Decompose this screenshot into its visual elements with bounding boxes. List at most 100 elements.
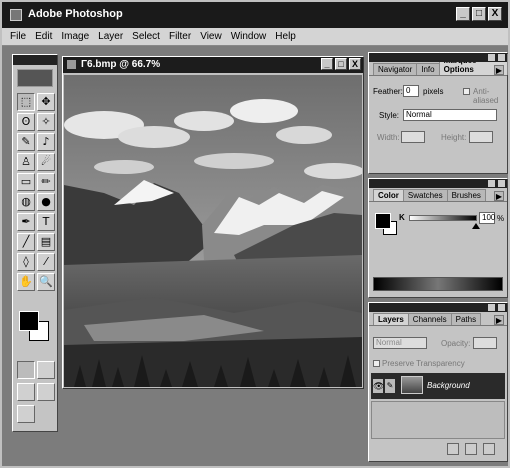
blend-mode-select[interactable]: Normal <box>373 337 427 349</box>
standard-mode-icon[interactable] <box>17 361 35 379</box>
feather-input[interactable]: 0 <box>403 85 419 97</box>
gradient-tool-icon[interactable]: ▤ <box>37 233 55 251</box>
standard-screen-icon[interactable] <box>17 383 35 401</box>
line-tool-icon[interactable]: ╱ <box>17 233 35 251</box>
layers-list-empty-area <box>371 401 505 439</box>
k-channel-label: K <box>399 213 405 222</box>
style-select[interactable]: Normal <box>403 109 497 121</box>
k-unit-label: % <box>497 214 505 223</box>
photoshop-eye-logo[interactable] <box>17 69 53 87</box>
panel-minimize-button[interactable] <box>488 304 495 311</box>
preserve-transparency-label: Preserve Transparency <box>382 359 465 368</box>
app-title: Adobe Photoshop <box>28 8 123 20</box>
marquee-tool-icon[interactable]: ⬚ <box>17 93 35 111</box>
panel-minimize-button[interactable] <box>488 180 495 187</box>
document-window: Γ6.bmp @ 66.7% _ □ X <box>62 56 364 389</box>
smudge-tool-icon[interactable]: ☄ <box>37 153 55 171</box>
k-channel-slider[interactable] <box>409 215 477 221</box>
eyedropper-tool-icon[interactable]: ⁄ <box>37 253 55 271</box>
jump-to-app-icon[interactable] <box>17 405 35 423</box>
menu-filter[interactable]: Filter <box>169 31 191 42</box>
menu-image[interactable]: Image <box>61 31 89 42</box>
style-label: Style: <box>379 111 400 120</box>
eye-visibility-icon[interactable]: 👁 <box>373 379 384 393</box>
trash-icon[interactable] <box>483 443 495 455</box>
burn-tool-icon[interactable]: ● <box>37 193 55 211</box>
menu-bar: File Edit Image Layer Select Filter View… <box>2 28 508 46</box>
panel-close-button[interactable] <box>498 304 505 311</box>
height-label: Height: <box>441 133 467 142</box>
toolbox-titlebar <box>13 55 57 65</box>
anti-aliased-label: Anti-aliased <box>473 87 499 105</box>
opacity-label: Opacity: <box>441 339 471 348</box>
menu-file[interactable]: File <box>10 31 26 42</box>
new-layer-icon[interactable] <box>465 443 477 455</box>
tab-paths[interactable]: Paths <box>450 313 482 325</box>
layer-row-background[interactable]: 👁 ✎ Background <box>371 373 505 399</box>
menu-edit[interactable]: Edit <box>35 31 52 42</box>
panel-menu-arrow-icon[interactable]: ▶ <box>494 191 504 201</box>
width-input[interactable] <box>401 131 425 143</box>
panel-close-button[interactable] <box>498 180 505 187</box>
foreground-color-box[interactable] <box>375 213 391 229</box>
brush-edit-icon[interactable]: ✎ <box>385 379 395 393</box>
image-canvas[interactable] <box>64 75 362 387</box>
magic-wand-tool-icon[interactable]: ✧ <box>37 113 55 131</box>
menu-select[interactable]: Select <box>132 31 160 42</box>
menu-help[interactable]: Help <box>275 31 296 42</box>
move-tool-icon[interactable]: ✥ <box>37 93 55 111</box>
tab-layers[interactable]: Layers <box>373 313 409 325</box>
toolbox: ⬚ ✥ ʘ ✧ ✎ ♪ ♙ ☄ ▭ ✏ ◍ ● ✒ T ╱ ▤ ◊ ⁄ ✋ 🔍 <box>12 54 58 432</box>
preserve-transparency-checkbox[interactable] <box>373 360 380 367</box>
pencil-tool-icon[interactable]: ✏ <box>37 173 55 191</box>
doc-minimize-button[interactable]: _ <box>321 58 333 70</box>
type-tool-icon[interactable]: T <box>37 213 55 231</box>
menu-view[interactable]: View <box>200 31 222 42</box>
menu-layer[interactable]: Layer <box>98 31 123 42</box>
quick-mask-mode-icon[interactable] <box>37 361 55 379</box>
panel-menu-arrow-icon[interactable]: ▶ <box>494 315 504 325</box>
tab-color[interactable]: Color <box>373 189 404 201</box>
paint-bucket-tool-icon[interactable]: ◊ <box>17 253 35 271</box>
anti-aliased-checkbox[interactable] <box>463 88 470 95</box>
layer-thumbnail <box>401 376 423 394</box>
color-ramp[interactable] <box>373 277 503 291</box>
doc-close-button[interactable]: X <box>349 58 361 70</box>
paintbrush-tool-icon[interactable]: ♪ <box>37 133 55 151</box>
restore-button[interactable]: □ <box>472 7 486 21</box>
panel-menu-arrow-icon[interactable]: ▶ <box>494 65 504 75</box>
doc-restore-button[interactable]: □ <box>335 58 347 70</box>
pen-tool-icon[interactable]: ✒ <box>17 213 35 231</box>
panel-close-button[interactable] <box>498 54 505 61</box>
layer-name: Background <box>427 381 470 390</box>
zoom-tool-icon[interactable]: 🔍 <box>37 273 55 291</box>
tab-navigator[interactable]: Navigator <box>373 63 418 75</box>
tab-info[interactable]: Info <box>416 63 440 75</box>
eraser-tool-icon[interactable]: ▭ <box>17 173 35 191</box>
hand-tool-icon[interactable]: ✋ <box>17 273 35 291</box>
color-panel: Color Swatches Brushes ▶ K 100 % <box>368 178 508 298</box>
airbrush-tool-icon[interactable]: ✎ <box>17 133 35 151</box>
blur-tool-icon[interactable]: ◍ <box>17 193 35 211</box>
tab-swatches[interactable]: Swatches <box>402 189 448 201</box>
tab-channels[interactable]: Channels <box>407 313 452 325</box>
tab-brushes[interactable]: Brushes <box>446 189 486 201</box>
document-title: Γ6.bmp @ 66.7% <box>81 59 161 70</box>
panel-minimize-button[interactable] <box>488 54 495 61</box>
app-icon <box>10 9 22 21</box>
panel-titlebar <box>369 303 507 312</box>
new-channel-mask-icon[interactable] <box>447 443 459 455</box>
style-select-value: Normal <box>406 110 432 119</box>
foreground-color-swatch[interactable] <box>19 311 39 331</box>
k-value-input[interactable]: 100 <box>479 212 495 224</box>
height-input[interactable] <box>469 131 493 143</box>
close-button[interactable]: X <box>488 7 502 21</box>
minimize-button[interactable]: _ <box>456 7 470 21</box>
full-screen-icon[interactable] <box>37 383 55 401</box>
menu-window[interactable]: Window <box>231 31 267 42</box>
feather-label: Feather: <box>373 87 403 96</box>
rubber-stamp-tool-icon[interactable]: ♙ <box>17 153 35 171</box>
app-titlebar: Adobe Photoshop _ □ X <box>2 2 508 28</box>
opacity-input[interactable] <box>473 337 497 349</box>
lasso-tool-icon[interactable]: ʘ <box>17 113 35 131</box>
